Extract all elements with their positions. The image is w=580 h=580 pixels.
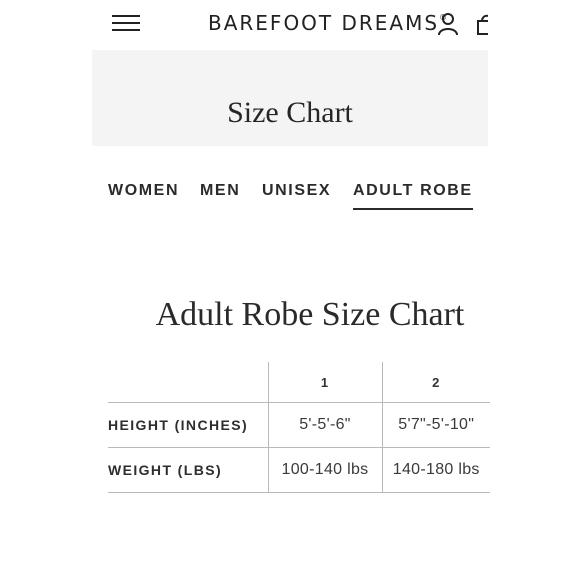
tab-adult-robe[interactable]: ADULT ROBE — [353, 182, 473, 210]
menu-icon[interactable] — [112, 13, 140, 33]
table-cell: 140-180 lbs — [381, 447, 490, 493]
tab-men[interactable]: MEN — [200, 182, 240, 208]
table-row: HEIGHT (INCHES) 5'-5'-6" 5'7"-5'-10" — [108, 402, 490, 448]
section-title: Adult Robe Size Chart — [155, 296, 465, 333]
tab-women[interactable]: WOMEN — [108, 182, 179, 208]
hero-banner: Size Chart — [92, 50, 488, 146]
table-cell: 5'-5'-6" — [267, 402, 382, 448]
brand-logo[interactable]: BAREFOOT DREAMS® — [208, 11, 449, 35]
table-cell: 100-140 lbs — [267, 447, 382, 493]
row-label-height: HEIGHT (INCHES) — [108, 402, 268, 448]
row-label-weight: WEIGHT (LBS) — [108, 447, 268, 493]
size-table: 1 2 HEIGHT (INCHES) 5'-5'-6" 5'7"-5'-10"… — [108, 362, 490, 493]
site-header: BAREFOOT DREAMS® — [92, 0, 488, 50]
table-header-cell: 2 — [381, 362, 490, 403]
table-header-row: 1 2 — [108, 362, 490, 403]
page-title: Size Chart — [227, 96, 353, 129]
account-icon[interactable] — [437, 12, 459, 36]
table-row: WEIGHT (LBS) 100-140 lbs 140-180 lbs — [108, 447, 490, 493]
cart-icon[interactable] — [476, 12, 488, 36]
brand-name: BAREFOOT DREAMS — [208, 11, 440, 35]
table-header-cell: 1 — [267, 362, 382, 403]
table-cell: 5'7"-5'-10" — [381, 402, 490, 448]
tab-unisex[interactable]: UNISEX — [262, 182, 331, 208]
table-header-cell — [108, 362, 268, 403]
